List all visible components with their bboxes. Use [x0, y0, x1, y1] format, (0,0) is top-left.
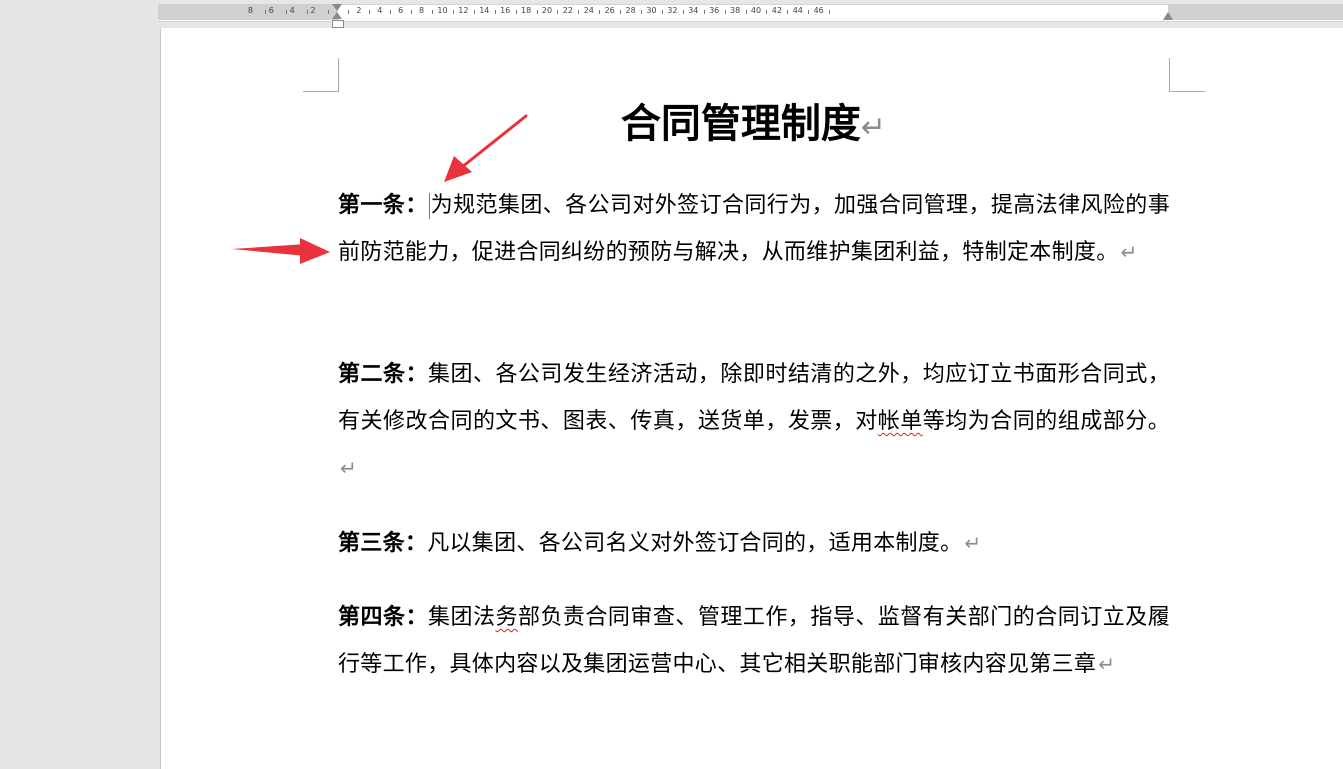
ruler-number: 4	[289, 6, 295, 15]
ruler-number: 26	[604, 6, 615, 15]
ruler-tick	[348, 10, 350, 14]
ruler-tick	[285, 10, 287, 14]
ruler-number: 46	[813, 6, 824, 15]
ruler-tick	[682, 10, 684, 14]
annotation-arrows	[232, 114, 528, 264]
ruler-tick	[766, 10, 768, 14]
ruler-number: 16	[500, 6, 511, 15]
ruler-number: 32	[667, 6, 678, 15]
ruler-number: 38	[730, 6, 741, 15]
ruler-tick	[494, 10, 496, 14]
ruler-number: 2	[310, 6, 316, 15]
ruler-tick	[390, 10, 392, 14]
ruler-number: 20	[541, 6, 553, 15]
ruler-number: 30	[646, 6, 657, 15]
ruler-number: 8	[247, 6, 253, 15]
ruler-tick	[432, 10, 434, 14]
ruler-tick	[829, 10, 831, 14]
ruler-number: 4	[377, 6, 383, 15]
ruler-number: 44	[792, 6, 803, 15]
ruler-tick	[808, 10, 810, 14]
ruler-tick	[703, 10, 705, 14]
ruler-tick	[515, 10, 517, 14]
ruler-tick	[724, 10, 726, 14]
ruler-tick	[578, 10, 580, 14]
ruler-number: 12	[458, 6, 469, 15]
ruler-number: 6	[398, 6, 404, 15]
ruler-number: 2	[356, 6, 362, 15]
ruler-tick	[264, 10, 266, 14]
ruler-number: 24	[583, 6, 594, 15]
ruler-number: 36	[709, 6, 720, 15]
ruler-number: 34	[688, 6, 699, 15]
ruler-number: 6	[268, 6, 274, 15]
ruler-number: 8	[419, 6, 425, 15]
ruler-tick	[306, 10, 308, 14]
ruler-number: 42	[771, 6, 782, 15]
ruler-tick	[369, 10, 371, 14]
ruler-tick	[473, 10, 475, 14]
ruler-tick	[452, 10, 454, 14]
ruler-tick	[599, 10, 601, 14]
ruler-number: 18	[521, 6, 532, 15]
ruler-tick	[787, 10, 789, 14]
ruler-number: 10	[437, 6, 448, 15]
ruler-tick	[327, 10, 329, 14]
ruler-number: 22	[562, 6, 573, 15]
ruler-number: 40	[750, 6, 762, 15]
arrow-pointing-to-line-start	[232, 238, 330, 264]
arrow-pointing-to-cursor	[444, 114, 528, 182]
ruler-number: 28	[625, 6, 636, 15]
ruler-tick	[641, 10, 643, 14]
ruler-number: 14	[479, 6, 490, 15]
ruler-tick	[620, 10, 622, 14]
ruler-tick	[745, 10, 747, 14]
ruler-tick	[411, 10, 413, 14]
ruler-tick	[557, 10, 559, 14]
ruler-tick	[661, 10, 663, 14]
ruler-tick	[536, 10, 538, 14]
